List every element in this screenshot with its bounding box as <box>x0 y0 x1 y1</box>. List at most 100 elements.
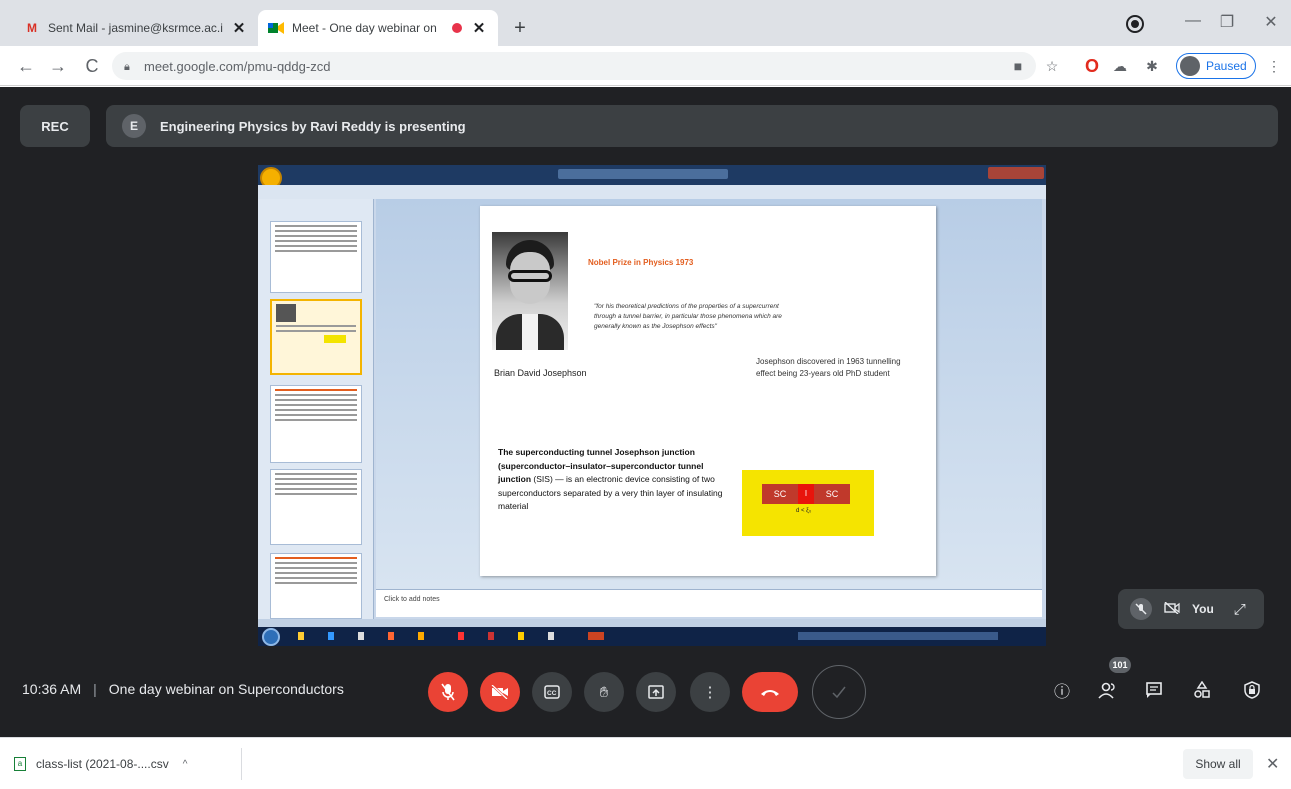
powerpoint-title <box>558 169 728 179</box>
camera-off-icon <box>1164 601 1180 617</box>
people-icon[interactable] <box>1096 681 1120 705</box>
forward-button[interactable]: → <box>46 54 70 78</box>
meet-stage: REC E Engineering Physics by Ravi Reddy … <box>0 87 1291 737</box>
participant-count-badge: 101 <box>1109 657 1131 673</box>
meeting-info: 10:36 AM | One day webinar on Supercondu… <box>22 681 344 697</box>
sis-left-label: SC <box>762 484 798 504</box>
taskbar-icon <box>358 632 364 640</box>
slide-body-rest: (SIS) — is an electronic device consisti… <box>498 474 723 511</box>
svg-text:CC: CC <box>547 690 557 697</box>
meeting-details-icon[interactable]: ⓘ <box>1050 681 1074 705</box>
avatar <box>1180 56 1200 76</box>
taskbar-icon <box>548 632 554 640</box>
taskbar-icon <box>518 632 524 640</box>
meeting-time: 10:36 AM <box>22 681 82 697</box>
tab-title: Sent Mail - jasmine@ksrmce.ac.i <box>48 21 223 35</box>
show-all-button[interactable]: Show all <box>1183 749 1253 779</box>
present-screen-button[interactable] <box>636 672 676 712</box>
tab-title: Meet - One day webinar on <box>292 21 437 35</box>
rec-label: REC <box>41 118 69 134</box>
sis-right-label: SC <box>814 484 850 504</box>
taskbar-icon <box>488 632 494 640</box>
download-filename: class-list (2021-08-....csv <box>36 757 169 771</box>
tab-gmail[interactable]: M Sent Mail - jasmine@ksrmce.ac.i ✕ <box>14 10 258 46</box>
tab-meet[interactable]: Meet - One day webinar on ✕ <box>258 10 498 46</box>
close-tab-icon[interactable]: ✕ <box>470 19 488 37</box>
minimize-button[interactable]: — <box>1180 12 1206 30</box>
raise-hand-button[interactable]: ✋︎ <box>584 672 624 712</box>
slide-thumbnail <box>270 385 362 463</box>
system-tray <box>798 632 998 640</box>
windows-start-icon <box>262 628 280 646</box>
powerpoint-status-bar <box>258 619 1046 627</box>
mic-off-icon <box>1130 598 1152 620</box>
taskbar-icon <box>458 632 464 640</box>
profile-menu-icon[interactable] <box>1128 17 1142 31</box>
url-text: meet.google.com/pmu-qddg-zcd <box>144 58 331 74</box>
taskbar-icon <box>388 632 394 640</box>
slide-canvas: Nobel Prize in Physics 1973 "for his the… <box>376 199 1042 589</box>
sis-thickness-label: d < ξ₀ <box>796 508 812 514</box>
bookmark-star-icon[interactable]: ☆ <box>1042 56 1062 76</box>
more-menu-icon[interactable]: ⋮ <box>1264 56 1284 76</box>
leave-call-button[interactable] <box>742 672 798 712</box>
camera-in-use-icon[interactable]: ■ <box>1008 56 1028 76</box>
profile-paused-button[interactable]: Paused <box>1176 53 1256 79</box>
mic-toggle-button[interactable] <box>428 672 468 712</box>
lock-icon: 🔒︎ <box>124 61 130 73</box>
captions-button[interactable]: CC <box>532 672 572 712</box>
shared-screen: Nobel Prize in Physics 1973 "for his the… <box>258 165 1046 646</box>
camera-toggle-button[interactable] <box>480 672 520 712</box>
activities-icon[interactable] <box>1190 680 1214 705</box>
josephson-portrait <box>492 232 568 350</box>
expand-icon[interactable]: ⤢ <box>1234 601 1246 618</box>
host-controls-icon[interactable] <box>1240 681 1264 705</box>
reload-button[interactable]: C <box>80 54 104 78</box>
presenting-banner: E Engineering Physics by Ravi Reddy is p… <box>106 105 1278 147</box>
powerpoint-window-buttons <box>988 167 1044 179</box>
chat-icon[interactable] <box>1142 681 1166 705</box>
self-view-tile[interactable]: You ⤢ <box>1118 589 1264 629</box>
new-tab-button[interactable]: + <box>508 16 532 40</box>
sis-insulator-label: I <box>798 484 814 504</box>
taskbar-icon <box>298 632 304 640</box>
presenting-text: Engineering Physics by Ravi Reddy is pre… <box>160 118 466 134</box>
slide-thumbnail <box>270 553 362 619</box>
check-status-icon <box>812 665 866 719</box>
presenter-avatar: E <box>122 114 146 138</box>
sis-junction-diagram: SC I SC d < ξ₀ <box>742 470 874 536</box>
screen-root: M Sent Mail - jasmine@ksrmce.ac.i ✕ Meet… <box>0 0 1291 789</box>
more-options-button[interactable]: ⋮ <box>690 672 730 712</box>
slide-side-text: Josephson discovered in 1963 tunnelling … <box>756 357 901 378</box>
powerpoint-titlebar <box>258 165 1046 185</box>
back-button[interactable]: ← <box>14 54 38 78</box>
slides-panel <box>258 199 374 619</box>
download-bar: a class-list (2021-08-....csv ^ Show all… <box>0 737 1291 789</box>
browser-toolbar: ← → C 🔒︎ meet.google.com/pmu-qddg-zcd ■ … <box>0 46 1291 86</box>
slide-thumbnail <box>270 469 362 545</box>
recording-badge: REC <box>20 105 90 147</box>
address-bar[interactable]: 🔒︎ meet.google.com/pmu-qddg-zcd <box>112 52 1036 80</box>
notes-placeholder: Click to add notes <box>384 596 440 603</box>
show-all-label: Show all <box>1195 757 1241 771</box>
chevron-up-icon[interactable]: ^ <box>183 759 188 770</box>
extensions-puzzle-icon[interactable]: ✱ <box>1142 56 1162 76</box>
close-window-button[interactable]: ✕ <box>1258 12 1284 32</box>
maximize-button[interactable]: ❐ <box>1214 12 1240 32</box>
close-tab-icon[interactable]: ✕ <box>230 19 248 37</box>
taskbar-icon <box>588 632 604 640</box>
portrait-caption: Brian David Josephson <box>494 368 587 378</box>
cloud-extension-icon[interactable]: ☁ <box>1110 56 1130 76</box>
sis-bar: SC I SC <box>762 484 850 504</box>
slides-outline-tabs <box>258 199 373 209</box>
windows-taskbar <box>258 627 1046 646</box>
self-view-label: You <box>1192 602 1214 616</box>
slide-quote: "for his theoretical predictions of the … <box>594 303 782 330</box>
close-download-bar-icon[interactable]: ✕ <box>1266 754 1279 774</box>
slide-title: Nobel Prize in Physics 1973 <box>588 258 694 267</box>
slide-thumbnail <box>270 221 362 293</box>
separator: | <box>93 681 97 697</box>
meeting-title: One day webinar on Superconductors <box>108 681 344 697</box>
download-item[interactable]: a class-list (2021-08-....csv ^ <box>14 748 242 780</box>
opera-extension-icon[interactable]: O <box>1082 56 1102 76</box>
